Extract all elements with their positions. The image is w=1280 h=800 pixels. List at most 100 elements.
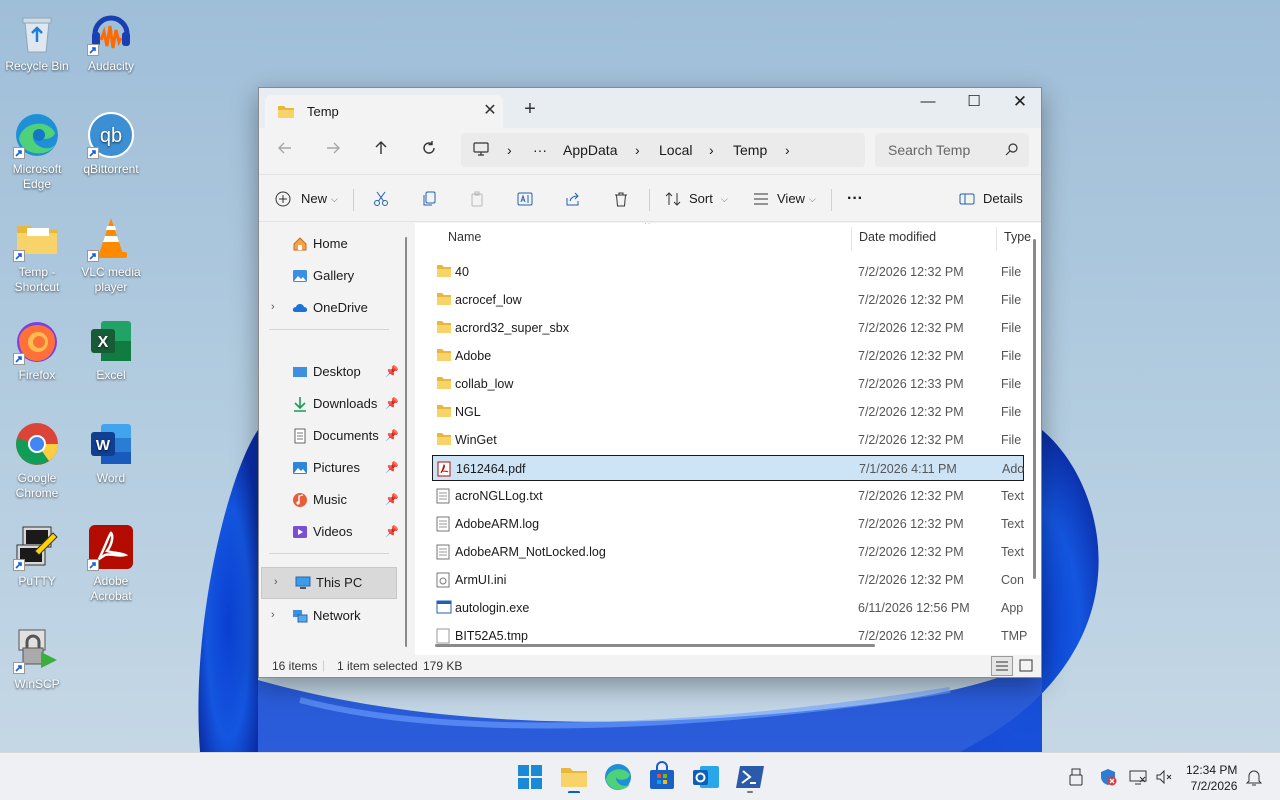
desktop-icon-word[interactable]: W Word bbox=[74, 420, 148, 486]
column-divider[interactable] bbox=[851, 227, 852, 251]
clock[interactable]: 12:34 PM 7/2/2026 bbox=[1186, 762, 1237, 794]
column-header-type[interactable]: Type bbox=[1004, 230, 1031, 244]
nav-item-onedrive[interactable]: › OneDrive bbox=[259, 293, 399, 323]
nav-item-network[interactable]: › Network bbox=[259, 601, 399, 631]
desktop-icon-qbittorrent[interactable]: qb qBittorrent bbox=[74, 111, 148, 177]
chevron-right-icon[interactable]: › bbox=[271, 609, 275, 621]
desktop-icon-vlc[interactable]: VLC media player bbox=[74, 214, 148, 295]
maximize-button[interactable]: ☐ bbox=[951, 88, 997, 116]
chevron-right-icon[interactable]: › bbox=[271, 301, 275, 313]
column-header-name[interactable]: Name bbox=[448, 230, 481, 244]
file-row[interactable]: AdobeARM.log 7/2/2026 12:32 PM Text bbox=[432, 511, 1024, 537]
nav-item-this-pc[interactable]: › This PC bbox=[261, 567, 397, 599]
nav-item-desktop[interactable]: Desktop 📌 bbox=[259, 357, 399, 387]
file-row[interactable]: WinGet 7/2/2026 12:32 PM File bbox=[432, 427, 1024, 453]
close-button[interactable]: ✕ bbox=[997, 88, 1043, 116]
taskbar-powershell[interactable] bbox=[734, 761, 766, 793]
delete-button[interactable] bbox=[613, 187, 633, 211]
file-row[interactable]: autologin.exe 6/11/2026 12:56 PM App bbox=[432, 595, 1024, 621]
usb-device-icon[interactable] bbox=[1066, 767, 1086, 787]
tiles-view-button[interactable] bbox=[1015, 656, 1037, 676]
chevron-right-icon[interactable]: › bbox=[274, 576, 278, 588]
column-header-date[interactable]: Date modified bbox=[859, 230, 936, 244]
forward-arrow-icon[interactable] bbox=[321, 140, 345, 164]
column-divider[interactable] bbox=[996, 227, 997, 251]
minimize-button[interactable]: — bbox=[905, 88, 951, 116]
nav-label: Gallery bbox=[313, 268, 355, 283]
sort-icon bbox=[665, 192, 681, 206]
breadcrumb-appdata[interactable]: AppData bbox=[563, 142, 617, 158]
cut-button[interactable] bbox=[373, 187, 393, 211]
desktop-icon-putty[interactable]: PuTTY bbox=[0, 523, 74, 589]
up-arrow-icon[interactable] bbox=[369, 140, 393, 164]
desktop-icon-winscp[interactable]: WinSCP bbox=[0, 626, 74, 692]
desktop-icon-temp-shortcut[interactable]: Temp - Shortcut bbox=[0, 214, 74, 295]
new-label: New bbox=[301, 191, 328, 206]
new-tab-button[interactable]: + bbox=[519, 98, 541, 120]
excel-icon: X bbox=[87, 317, 135, 365]
details-view-button[interactable] bbox=[991, 656, 1013, 676]
breadcrumb-more[interactable]: ··· bbox=[533, 142, 547, 158]
shortcut-arrow-icon bbox=[87, 250, 99, 262]
file-row[interactable]: acrord32_super_sbx 7/2/2026 12:32 PM File bbox=[432, 315, 1024, 341]
file-row[interactable]: 1612464.pdf 7/1/2026 4:11 PM Ado bbox=[432, 455, 1024, 481]
file-name: acroNGLLog.txt bbox=[455, 489, 543, 503]
file-row[interactable]: acroNGLLog.txt 7/2/2026 12:32 PM Text bbox=[432, 483, 1024, 509]
file-row[interactable]: AdobeARM_NotLocked.log 7/2/2026 12:32 PM T… bbox=[432, 539, 1024, 565]
desktop-icon-edge[interactable]: Microsoft Edge bbox=[0, 111, 74, 192]
taskbar-edge[interactable] bbox=[602, 761, 634, 793]
nav-item-music[interactable]: Music 📌 bbox=[259, 485, 399, 515]
folder-icon bbox=[436, 404, 452, 421]
desktop-icon-audacity[interactable]: Audacity bbox=[74, 8, 148, 74]
file-row[interactable]: 40 7/2/2026 12:32 PM File bbox=[432, 259, 1024, 285]
breadcrumb-local[interactable]: Local bbox=[659, 142, 692, 158]
address-bar[interactable]: › ··· AppData › Local › Temp › bbox=[461, 133, 865, 167]
file-row[interactable]: NGL 7/2/2026 12:32 PM File bbox=[432, 399, 1024, 425]
file-row[interactable]: Adobe 7/2/2026 12:32 PM File bbox=[432, 343, 1024, 369]
nav-item-downloads[interactable]: Downloads 📌 bbox=[259, 389, 399, 419]
putty-icon bbox=[13, 523, 61, 571]
share-button[interactable] bbox=[565, 187, 585, 211]
file-row[interactable]: ArmUI.ini 7/2/2026 12:32 PM Con bbox=[432, 567, 1024, 593]
details-pane-button[interactable]: Details bbox=[959, 187, 1025, 211]
network-icon bbox=[292, 608, 308, 627]
nav-item-videos[interactable]: Videos 📌 bbox=[259, 517, 399, 547]
nav-item-gallery[interactable]: Gallery bbox=[259, 261, 399, 291]
desktop-icon-label: Word bbox=[96, 471, 126, 485]
search-input[interactable]: Search Temp bbox=[875, 133, 1029, 167]
new-button[interactable]: New ⌵ bbox=[275, 187, 341, 211]
desktop-icon-acrobat[interactable]: Adobe Acrobat bbox=[74, 523, 148, 604]
desktop-icon-excel[interactable]: X Excel bbox=[74, 317, 148, 383]
taskbar-file-explorer[interactable] bbox=[558, 761, 590, 794]
breadcrumb-temp[interactable]: Temp bbox=[733, 142, 767, 158]
view-button[interactable]: View ⌵ bbox=[753, 187, 819, 211]
back-arrow-icon[interactable] bbox=[273, 140, 297, 164]
nav-item-pictures[interactable]: Pictures 📌 bbox=[259, 453, 399, 483]
sort-button[interactable]: Sort ⌵ bbox=[665, 187, 729, 211]
start-button[interactable] bbox=[514, 761, 546, 793]
text-file-icon bbox=[436, 516, 450, 535]
copy-button[interactable] bbox=[421, 187, 441, 211]
nav-item-documents[interactable]: Documents 📌 bbox=[259, 421, 399, 451]
network-monitor-icon[interactable] bbox=[1128, 767, 1148, 787]
taskbar-outlook[interactable] bbox=[690, 761, 722, 793]
desktop-icon-recycle-bin[interactable]: Recycle Bin bbox=[0, 8, 74, 74]
paste-button[interactable] bbox=[469, 187, 489, 211]
nav-item-home[interactable]: Home bbox=[259, 229, 399, 259]
tab-close-icon[interactable]: ✕ bbox=[481, 102, 499, 120]
desktop-icon-chrome[interactable]: Google Chrome bbox=[0, 420, 74, 501]
notification-bell-icon[interactable] bbox=[1244, 767, 1264, 787]
vertical-scrollbar[interactable] bbox=[1033, 239, 1036, 579]
rename-button[interactable] bbox=[517, 187, 537, 211]
more-options-button[interactable]: ··· bbox=[847, 187, 869, 211]
horizontal-scrollbar[interactable] bbox=[435, 644, 875, 647]
file-row[interactable]: acrocef_low 7/2/2026 12:32 PM File bbox=[432, 287, 1024, 313]
volume-muted-icon[interactable] bbox=[1154, 767, 1174, 787]
nav-scrollbar[interactable] bbox=[405, 237, 407, 647]
security-shield-icon[interactable] bbox=[1098, 767, 1118, 787]
desktop-icon-firefox[interactable]: Firefox bbox=[0, 317, 74, 383]
refresh-icon[interactable] bbox=[417, 140, 441, 164]
file-row[interactable]: collab_low 7/2/2026 12:33 PM File bbox=[432, 371, 1024, 397]
tab-temp[interactable]: Temp ✕ bbox=[265, 95, 503, 128]
taskbar-store[interactable] bbox=[646, 761, 678, 793]
